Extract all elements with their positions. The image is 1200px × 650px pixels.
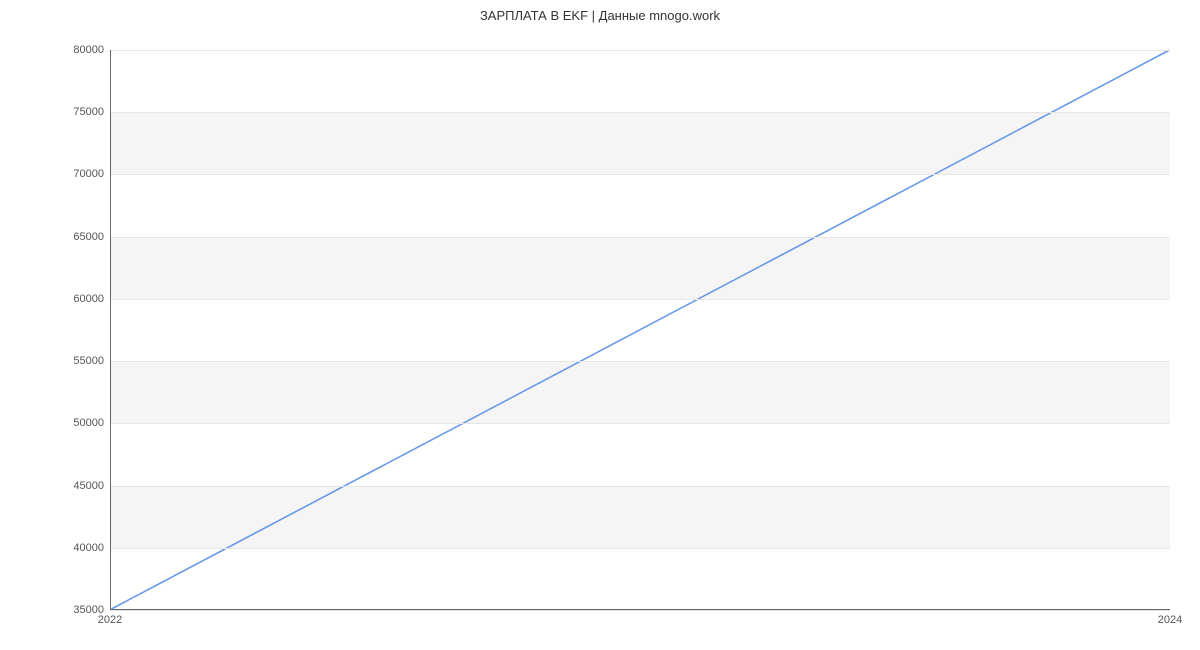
y-tick-label: 65000 [14, 231, 104, 243]
y-tick-label: 70000 [14, 168, 104, 180]
x-tick-label: 2024 [1158, 614, 1182, 626]
chart-title: ЗАРПЛАТА В EKF | Данные mnogo.work [0, 8, 1200, 23]
y-tick-label: 60000 [14, 293, 104, 305]
y-tick-label: 35000 [14, 604, 104, 616]
x-tick-label: 2022 [98, 614, 122, 626]
y-gridline [111, 50, 1170, 51]
y-gridline [111, 423, 1170, 424]
y-gridline [111, 610, 1170, 611]
y-gridline [111, 237, 1170, 238]
y-gridline [111, 174, 1170, 175]
y-gridline [111, 486, 1170, 487]
chart-container: ЗАРПЛАТА В EKF | Данные mnogo.work 35000… [0, 0, 1200, 650]
y-tick-label: 50000 [14, 417, 104, 429]
y-tick-label: 75000 [14, 106, 104, 118]
y-gridline [111, 112, 1170, 113]
y-tick-label: 80000 [14, 44, 104, 56]
y-tick-label: 40000 [14, 542, 104, 554]
y-tick-label: 45000 [14, 480, 104, 492]
y-gridline [111, 299, 1170, 300]
line-layer [111, 50, 1170, 609]
y-gridline [111, 548, 1170, 549]
series-line [111, 50, 1169, 609]
y-tick-label: 55000 [14, 355, 104, 367]
plot-area [110, 50, 1170, 610]
y-gridline [111, 361, 1170, 362]
